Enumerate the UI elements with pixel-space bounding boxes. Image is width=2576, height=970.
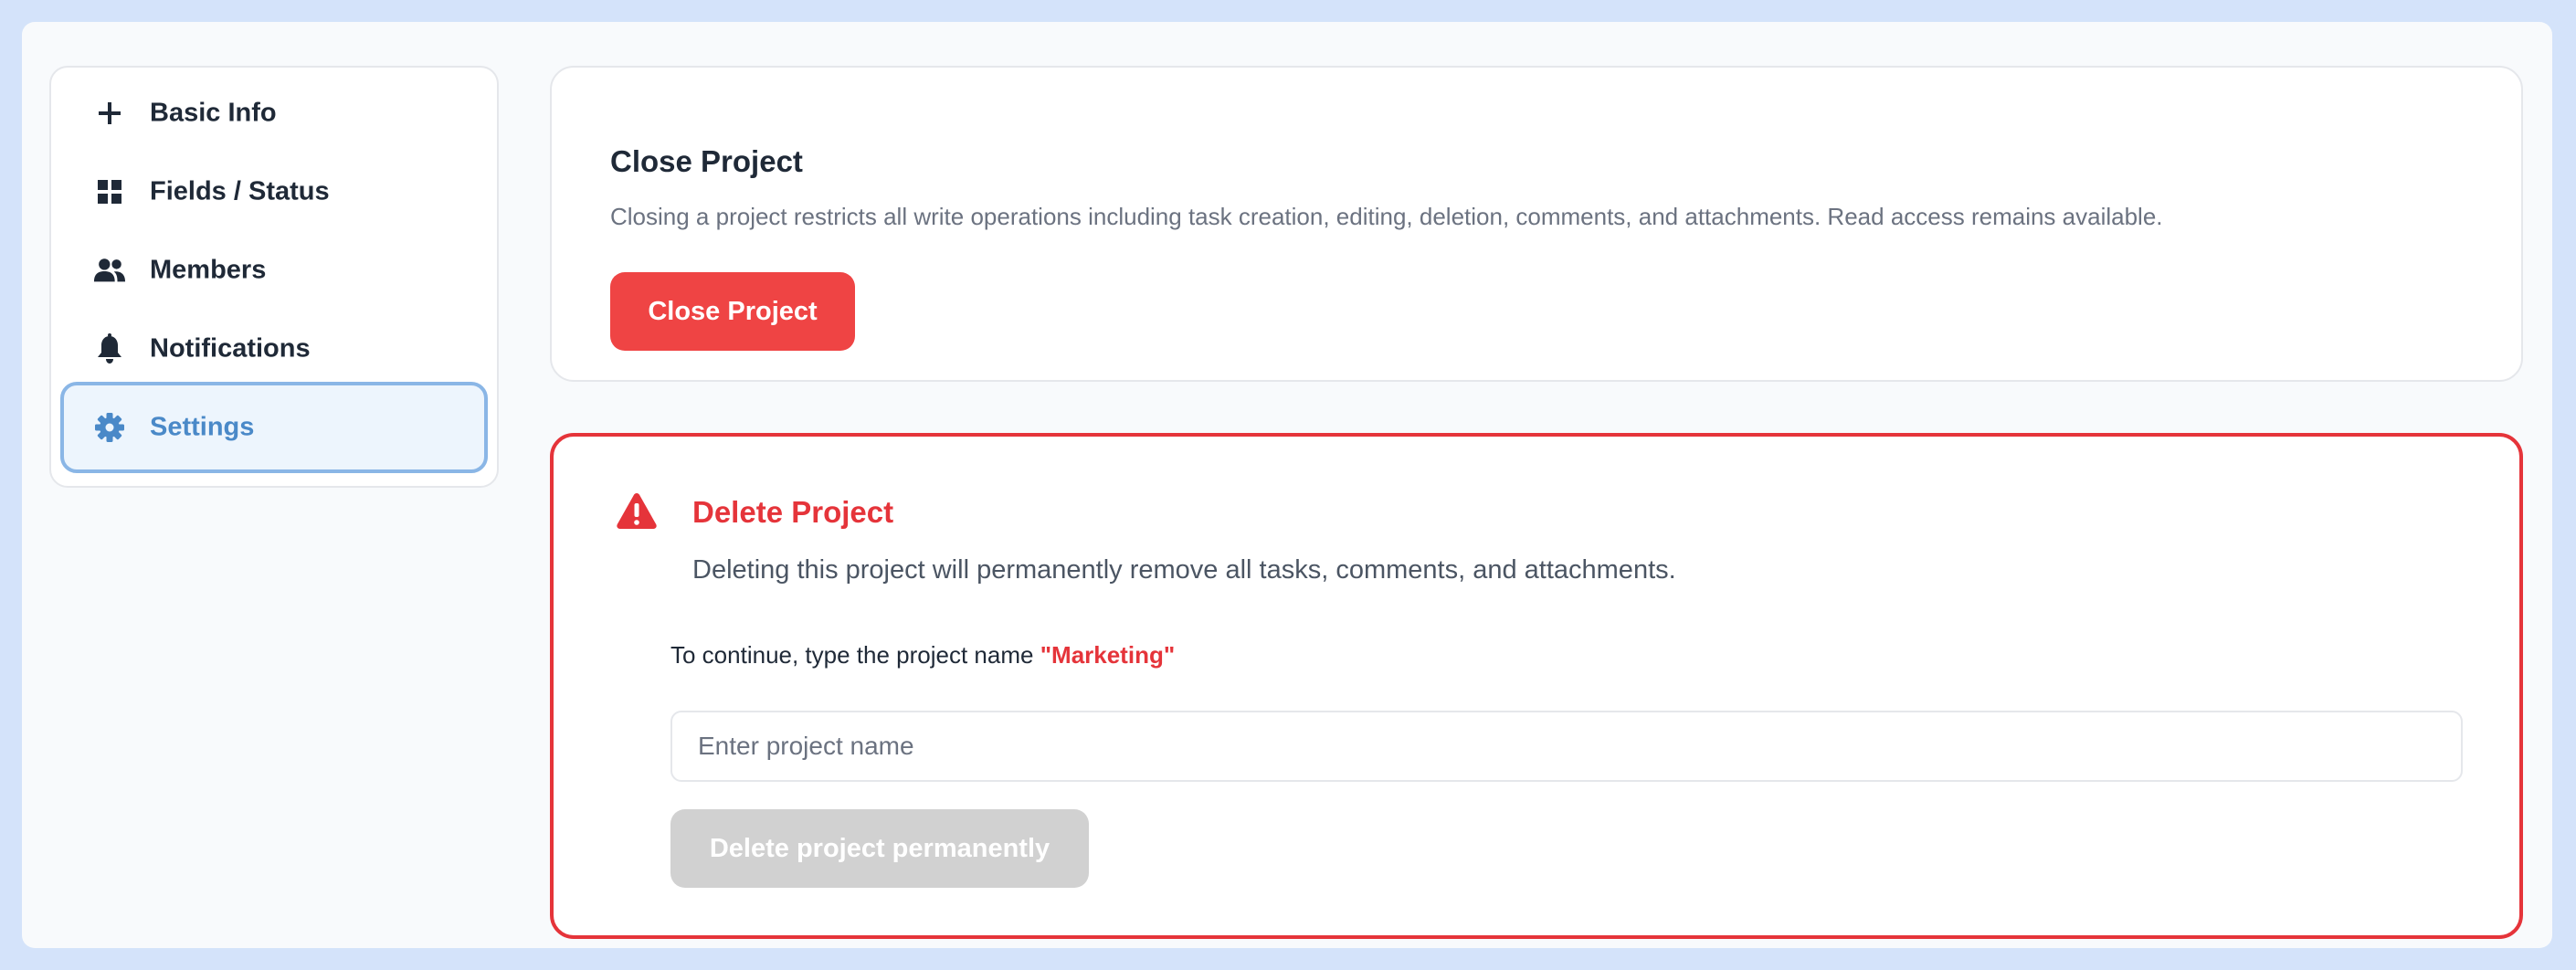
sidebar-item-label: Notifications bbox=[150, 333, 311, 364]
plus-icon bbox=[93, 97, 126, 130]
sidebar-item-label: Basic Info bbox=[150, 98, 277, 128]
confirm-instruction: To continue, type the project name "Mark… bbox=[670, 641, 1175, 670]
close-project-description: Closing a project restricts all write op… bbox=[610, 203, 2163, 230]
close-project-button[interactable]: Close Project bbox=[610, 272, 855, 351]
sidebar-item-label: Settings bbox=[150, 412, 255, 442]
settings-sidebar: Basic Info Fields / Status Members Notif… bbox=[49, 66, 499, 488]
bell-icon bbox=[93, 332, 126, 365]
sidebar-item-settings[interactable]: Settings bbox=[60, 382, 488, 473]
confirm-prefix: To continue, type the project name bbox=[670, 641, 1040, 669]
delete-project-description: Deleting this project will permanently r… bbox=[692, 555, 1676, 585]
grid-icon bbox=[93, 175, 126, 208]
sidebar-item-label: Fields / Status bbox=[150, 176, 330, 206]
close-project-card: Close Project Closing a project restrict… bbox=[550, 66, 2523, 382]
delete-project-title: Delete Project bbox=[692, 495, 894, 529]
app-window: Basic Info Fields / Status Members Notif… bbox=[22, 22, 2552, 948]
sidebar-item-basic-info[interactable]: Basic Info bbox=[60, 68, 488, 159]
project-name-highlight: "Marketing" bbox=[1040, 641, 1176, 669]
delete-project-card: Delete Project Deleting this project wil… bbox=[550, 433, 2523, 939]
sidebar-item-members[interactable]: Members bbox=[60, 225, 488, 316]
sidebar-item-label: Members bbox=[150, 255, 267, 285]
delete-project-button[interactable]: Delete project permanently bbox=[670, 809, 1089, 888]
close-project-title: Close Project bbox=[610, 144, 803, 178]
gear-icon bbox=[93, 411, 126, 444]
members-icon bbox=[93, 254, 126, 287]
warning-icon bbox=[616, 491, 658, 530]
sidebar-item-fields-status[interactable]: Fields / Status bbox=[60, 146, 488, 237]
sidebar-item-notifications[interactable]: Notifications bbox=[60, 303, 488, 395]
project-name-input[interactable] bbox=[670, 711, 2463, 782]
